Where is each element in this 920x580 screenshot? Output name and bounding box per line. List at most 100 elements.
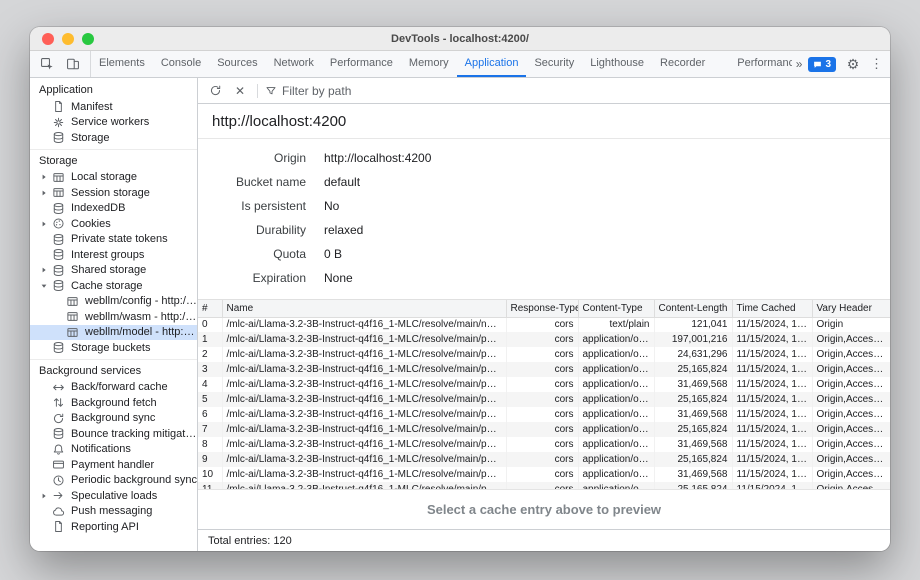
sidebar-item-local-storage[interactable]: Local storage — [30, 170, 197, 186]
sidebar-item-reporting-api[interactable]: Reporting API — [30, 519, 197, 535]
cache-table: #NameResponse-TypeContent-TypeContent-Le… — [198, 300, 890, 489]
sidebar-item-label: Bounce tracking mitigations — [71, 428, 197, 440]
field-value: http://localhost:4200 — [324, 151, 431, 165]
sidebar-item-interest-groups[interactable]: Interest groups — [30, 247, 197, 263]
sidebar-item-session-storage[interactable]: Session storage — [30, 185, 197, 201]
sidebar-item-background-fetch[interactable]: Background fetch — [30, 395, 197, 411]
inspect-element-icon[interactable] — [35, 54, 59, 74]
tab-label: Security — [534, 57, 574, 69]
chevron-right-icon[interactable] — [38, 492, 50, 500]
sidebar-item-webllm-wasm-http-loca[interactable]: webllm/wasm - http://loca... — [30, 309, 197, 325]
cache-entry-row[interactable]: 1/mlc-ai/Llama-3.2-3B-Instruct-q4f16_1-M… — [198, 332, 890, 347]
sidebar-item-indexeddb[interactable]: IndexedDB — [30, 201, 197, 217]
sidebar-item-storage-buckets[interactable]: Storage buckets — [30, 340, 197, 356]
column-header-response-type[interactable]: Response-Type — [506, 300, 578, 317]
sidebar-item-periodic-background-sync[interactable]: Periodic background sync — [30, 473, 197, 489]
tab-console[interactable]: Console — [153, 51, 209, 77]
cell-name: /mlc-ai/Llama-3.2-3B-Instruct-q4f16_1-ML… — [222, 377, 506, 392]
sidebar-item-label: Storage — [71, 132, 110, 144]
tab-lighthouse[interactable]: Lighthouse — [582, 51, 652, 77]
sidebar-item-notifications[interactable]: Notifications — [30, 442, 197, 458]
sidebar-item-back-forward-cache[interactable]: Back/forward cache — [30, 380, 197, 396]
cache-entry-row[interactable]: 0/mlc-ai/Llama-3.2-3B-Instruct-q4f16_1-M… — [198, 317, 890, 332]
sidebar-item-bounce-tracking-mitigations[interactable]: Bounce tracking mitigations — [30, 426, 197, 442]
cache-origin-title: http://localhost:4200 — [212, 113, 876, 130]
cache-entry-row[interactable]: 10/mlc-ai/Llama-3.2-3B-Instruct-q4f16_1-… — [198, 467, 890, 482]
chat-bubble-icon — [813, 60, 822, 69]
sidebar-item-speculative-loads[interactable]: Speculative loads — [30, 488, 197, 504]
tab-application[interactable]: Application — [457, 51, 527, 77]
cell-content-type: application/oc... — [578, 422, 654, 437]
sidebar-item-label: Speculative loads — [71, 490, 157, 502]
chevron-right-icon[interactable] — [38, 266, 50, 274]
sidebar-item-cache-storage[interactable]: Cache storage — [30, 278, 197, 294]
cell-vary-header: Origin,Access... — [812, 482, 890, 489]
cache-entry-row[interactable]: 5/mlc-ai/Llama-3.2-3B-Instruct-q4f16_1-M… — [198, 392, 890, 407]
sidebar-item-storage[interactable]: Storage — [30, 130, 197, 146]
tab-sources[interactable]: Sources — [209, 51, 265, 77]
sidebar-item-background-sync[interactable]: Background sync — [30, 411, 197, 427]
sidebar-item-webllm-model-http-loca[interactable]: webllm/model - http://loca... — [30, 325, 197, 341]
cache-entry-row[interactable]: 9/mlc-ai/Llama-3.2-3B-Instruct-q4f16_1-M… — [198, 452, 890, 467]
chevron-right-icon[interactable] — [38, 173, 50, 181]
tab-recorder[interactable]: Recorder — [652, 51, 713, 77]
cache-entry-row[interactable]: 4/mlc-ai/Llama-3.2-3B-Instruct-q4f16_1-M… — [198, 377, 890, 392]
minimize-window-button[interactable] — [62, 33, 74, 45]
cell-vary-header: Origin,Access... — [812, 407, 890, 422]
sidebar-item-service-workers[interactable]: Service workers — [30, 115, 197, 131]
issues-counter[interactable]: 3 — [808, 57, 836, 72]
sidebar-section-application: ApplicationManifestService workersStorag… — [30, 81, 197, 146]
cell-hash: 6 — [198, 407, 222, 422]
sidebar-item-label: Cache storage — [71, 280, 143, 292]
sidebar-item-shared-storage[interactable]: Shared storage — [30, 263, 197, 279]
cell-time-cached: 11/15/2024, 10... — [732, 482, 812, 489]
cache-entry-row[interactable]: 7/mlc-ai/Llama-3.2-3B-Instruct-q4f16_1-M… — [198, 422, 890, 437]
tab-network[interactable]: Network — [266, 51, 322, 77]
chevron-down-icon[interactable] — [38, 282, 50, 290]
refresh-icon[interactable] — [205, 81, 225, 101]
column-header-name[interactable]: Name — [222, 300, 506, 317]
field-label: Quota — [198, 247, 306, 261]
tab-label: Elements — [99, 57, 145, 69]
kebab-menu-icon[interactable]: ⋮ — [870, 56, 882, 72]
column-header-hash[interactable]: # — [198, 300, 222, 317]
cache-entry-row[interactable]: 3/mlc-ai/Llama-3.2-3B-Instruct-q4f16_1-M… — [198, 362, 890, 377]
database-icon — [50, 233, 66, 246]
zoom-window-button[interactable] — [82, 33, 94, 45]
chevron-right-icon[interactable] — [38, 189, 50, 197]
more-tabs-chevron-icon[interactable]: » — [796, 57, 802, 71]
column-header-vary-header[interactable]: Vary Header — [812, 300, 890, 317]
filter-by-path-input[interactable]: Filter by path — [265, 84, 351, 98]
tab-elements[interactable]: Elements — [91, 51, 153, 77]
tab-security[interactable]: Security — [526, 51, 582, 77]
sidebar-item-private-state-tokens[interactable]: Private state tokens — [30, 232, 197, 248]
sidebar-item-manifest[interactable]: Manifest — [30, 99, 197, 115]
tab-performance[interactable]: Performance — [322, 51, 401, 77]
cell-response-type: cors — [506, 347, 578, 362]
device-toolbar-icon[interactable] — [61, 54, 85, 74]
metadata-field-origin: Originhttp://localhost:4200 — [198, 146, 890, 170]
column-header-time-cached[interactable]: Time Cached — [732, 300, 812, 317]
column-header-content-type[interactable]: Content-Type — [578, 300, 654, 317]
table-icon — [64, 295, 80, 308]
column-header-content-length[interactable]: Content-Length — [654, 300, 732, 317]
titlebar[interactable]: DevTools - localhost:4200/ — [30, 27, 890, 51]
cell-name: /mlc-ai/Llama-3.2-3B-Instruct-q4f16_1-ML… — [222, 317, 506, 332]
tab-performance-insights[interactable]: Performance insights — [729, 51, 791, 77]
bell-icon — [50, 443, 66, 456]
close-window-button[interactable] — [42, 33, 54, 45]
sidebar-item-webllm-config-http-loc[interactable]: webllm/config - http://loc... — [30, 294, 197, 310]
settings-gear-icon[interactable]: ⚙ — [843, 56, 863, 73]
cache-entry-row[interactable]: 8/mlc-ai/Llama-3.2-3B-Instruct-q4f16_1-M… — [198, 437, 890, 452]
cache-entry-row[interactable]: 6/mlc-ai/Llama-3.2-3B-Instruct-q4f16_1-M… — [198, 407, 890, 422]
cache-entry-row[interactable]: 11/mlc-ai/Llama-3.2-3B-Instruct-q4f16_1-… — [198, 482, 890, 489]
status-bar: Total entries: 120 — [198, 529, 890, 551]
chevron-right-icon[interactable] — [38, 220, 50, 228]
clear-icon[interactable]: ✕ — [230, 81, 250, 101]
sidebar-item-payment-handler[interactable]: Payment handler — [30, 457, 197, 473]
cell-time-cached: 11/15/2024, 10... — [732, 317, 812, 332]
tab-memory[interactable]: Memory — [401, 51, 457, 77]
sidebar-item-cookies[interactable]: Cookies — [30, 216, 197, 232]
sidebar-item-push-messaging[interactable]: Push messaging — [30, 504, 197, 520]
cache-entry-row[interactable]: 2/mlc-ai/Llama-3.2-3B-Instruct-q4f16_1-M… — [198, 347, 890, 362]
